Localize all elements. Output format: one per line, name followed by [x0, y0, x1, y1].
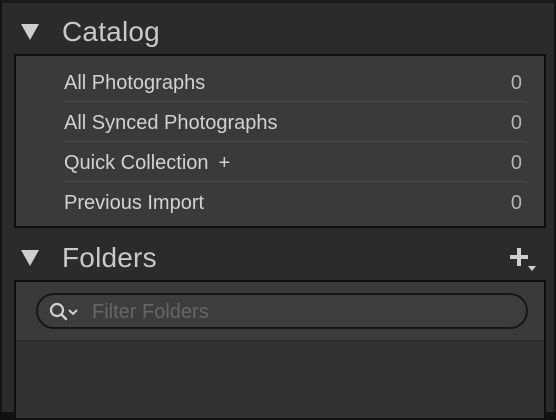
top-divider: [2, 0, 556, 3]
catalog-item-label: All Synced Photographs: [64, 112, 278, 134]
folders-title: Folders: [62, 242, 157, 273]
plus-dropdown-icon[interactable]: [508, 244, 538, 274]
folders-header[interactable]: Folders: [2, 234, 556, 280]
catalog-item-count: 0: [510, 192, 522, 214]
catalog-item-label: Previous Import: [64, 192, 205, 214]
filter-folders-input[interactable]: [90, 299, 514, 325]
filter-bar: [16, 282, 544, 341]
catalog-item-label: All Photographs: [64, 72, 206, 94]
quick-collection-plus-icon: +: [218, 152, 231, 174]
catalog-title: Catalog: [62, 16, 160, 47]
catalog-item-label: Quick Collection: [64, 152, 209, 174]
folders-list: [14, 280, 546, 420]
catalog-item-count: 0: [510, 112, 522, 134]
catalog-item-previous-import[interactable]: Previous Import 0: [16, 182, 544, 222]
catalog-list: All Photographs 0 All Synced Photographs…: [14, 54, 546, 228]
catalog-item-count: 0: [510, 152, 522, 174]
catalog-item-all-synced-photographs[interactable]: All Synced Photographs 0: [16, 102, 544, 142]
search-dropdown-icon[interactable]: [48, 301, 84, 323]
catalog-item-count: 0: [510, 72, 522, 94]
catalog-item-all-photographs[interactable]: All Photographs 0: [16, 62, 544, 102]
filter-folders-field[interactable]: [36, 293, 528, 329]
catalog-header[interactable]: Catalog: [2, 8, 556, 54]
catalog-item-quick-collection[interactable]: Quick Collection + 0: [16, 142, 544, 182]
left-panel: Catalog All Photographs 0 All Synced Pho…: [0, 0, 556, 420]
catalog-item-label-wrap: Quick Collection +: [64, 152, 230, 175]
collapse-triangle-icon[interactable]: [21, 250, 39, 266]
collapse-triangle-icon[interactable]: [21, 24, 39, 40]
